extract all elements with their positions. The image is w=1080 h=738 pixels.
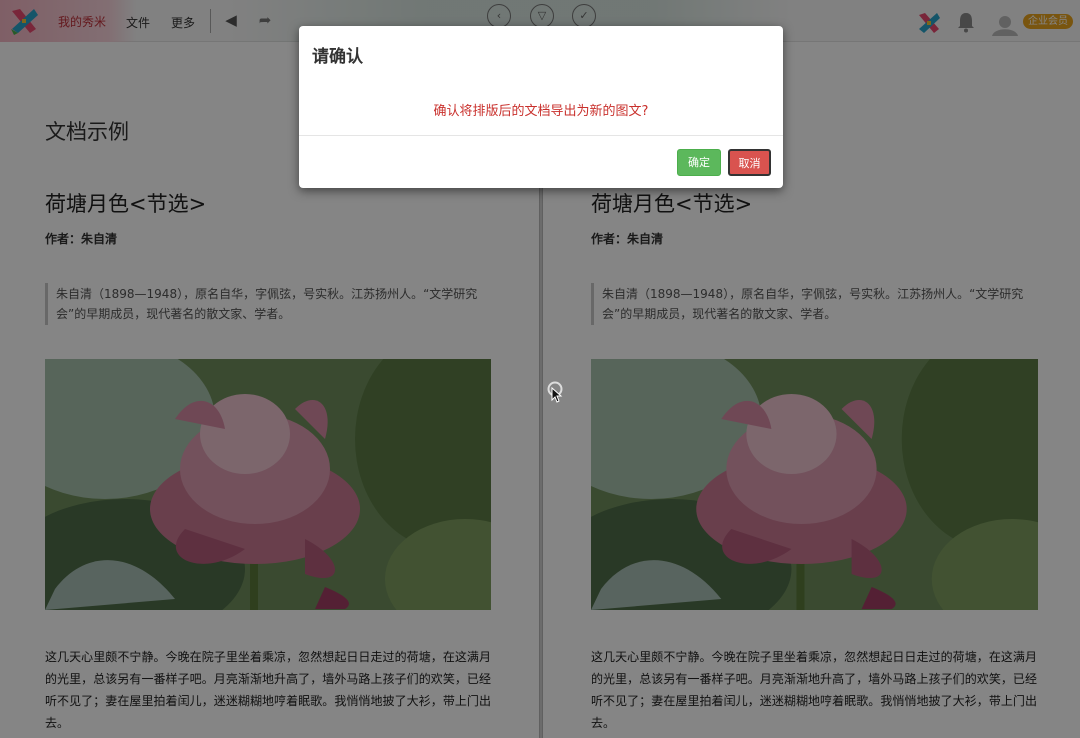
dialog-message: 确认将排版后的文档导出为新的图文? (433, 104, 649, 119)
busy-cursor-icon (547, 381, 563, 403)
confirm-dialog: 请确认 确认将排版后的文档导出为新的图文? 确定 取消 (299, 26, 783, 188)
dialog-divider (299, 135, 783, 136)
dialog-title: 请确认 (312, 47, 363, 67)
confirm-button[interactable]: 确定 (677, 149, 721, 176)
cancel-button[interactable]: 取消 (728, 149, 771, 176)
